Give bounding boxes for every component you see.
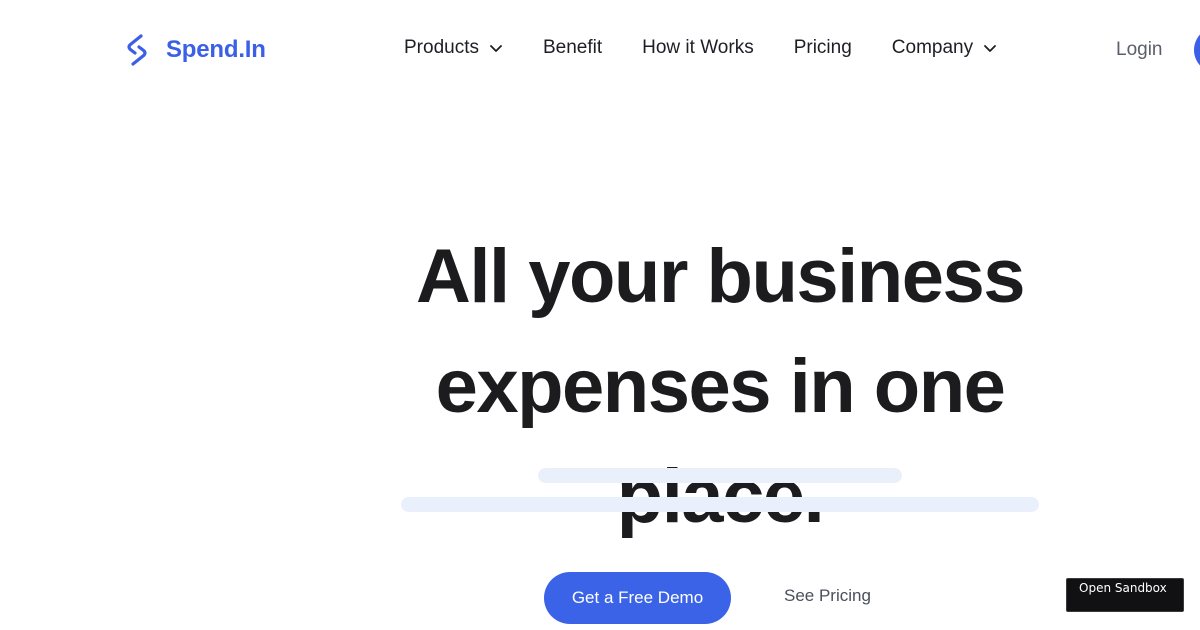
nav-item-label: Benefit [542,37,603,58]
loading-placeholder-bar [401,497,1039,512]
nav-item-benefit[interactable]: Benefit [543,37,602,59]
loading-placeholder-bar [538,468,902,483]
chevron-down-icon [490,45,502,52]
nav-item-products[interactable]: Products [404,37,503,59]
open-sandbox-button[interactable]: Open Sandbox [1066,578,1184,612]
get-free-demo-button[interactable]: Get a Free Demo [544,572,731,624]
login-link[interactable]: Login [1116,39,1163,61]
nav-item-label: Products [404,37,479,58]
nav-item-how-it-works[interactable]: How it Works [642,37,754,59]
nav-item-pricing[interactable]: Pricing [794,37,852,59]
nav-item-label: Pricing [793,37,852,58]
nav-item-label: Company [891,37,974,58]
brand-logo-link[interactable]: Spend.In [122,33,266,67]
nav-item-company[interactable]: Company [892,37,997,59]
header-cta-button[interactable] [1194,27,1200,73]
hero-title-line: expenses in one [435,344,1006,429]
brand-name: Spend.In [166,36,266,63]
see-pricing-link[interactable]: See Pricing [784,586,871,606]
hero-title-line: All your business [416,234,1026,319]
main-nav: Products Benefit How it Works Pricing Co… [404,37,997,59]
s-link-icon [127,34,147,66]
nav-item-label: How it Works [642,37,754,58]
chevron-down-icon [984,45,997,52]
